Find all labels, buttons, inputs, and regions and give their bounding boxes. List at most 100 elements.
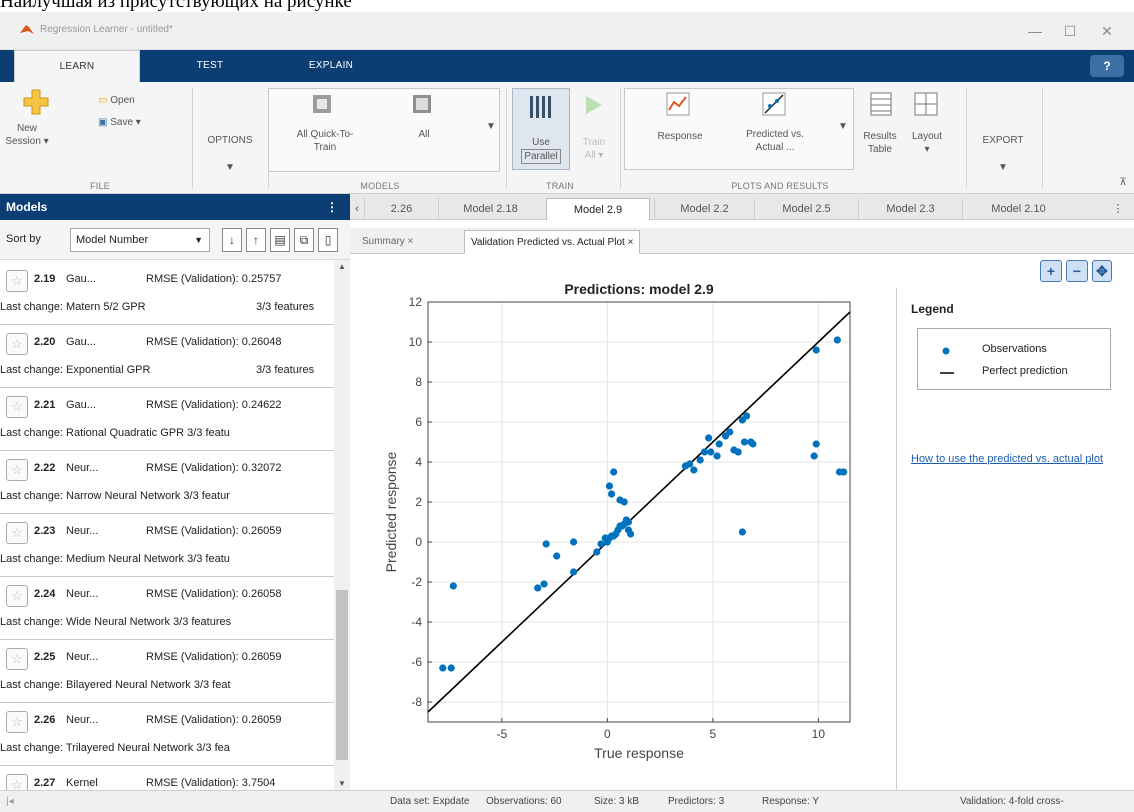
observation-point <box>447 664 455 672</box>
favorite-star-icon[interactable]: ☆ <box>6 774 28 790</box>
sort-descending-icon[interactable]: ↓ <box>222 228 242 252</box>
sort-ascending-icon[interactable]: ↑ <box>246 228 266 252</box>
scrollbar-thumb[interactable] <box>336 590 348 760</box>
model-list-item[interactable]: ☆ 2.25 Neur... RMSE (Validation): 0.26059 La… <box>0 640 334 703</box>
model-list-item[interactable]: ☆ 2.21 Gau... RMSE (Validation): 0.24622 Las… <box>0 388 334 451</box>
favorite-star-icon[interactable]: ☆ <box>6 396 28 418</box>
train-play-icon <box>584 94 604 119</box>
panel-menu-icon[interactable]: ⋮ <box>326 194 338 220</box>
sort-dropdown[interactable]: Model Number ▼ <box>70 228 210 252</box>
copy-model-icon[interactable]: ⧉ <box>294 228 314 252</box>
open-button[interactable]: ▭ Open <box>98 94 168 107</box>
model-last-change: Last change: Bilayered Neural Network 3/… <box>0 679 231 691</box>
legend-box: Observations Perfect prediction <box>917 328 1111 390</box>
tab-test[interactable]: TEST <box>180 50 240 82</box>
ribbon-toolstrip: New Session ▾ ▭ Open ▣ Save ▾ FILE OPTIO… <box>0 82 1134 194</box>
scroll-down-icon[interactable]: ▼ <box>338 779 346 788</box>
favorite-star-icon[interactable]: ☆ <box>6 585 28 607</box>
observation-point <box>696 456 704 464</box>
favorite-star-icon[interactable]: ☆ <box>6 333 28 355</box>
delete-model-icon[interactable]: ▯ <box>318 228 338 252</box>
tab-model-2-18[interactable]: Model 2.18 <box>438 198 542 220</box>
model-list-item[interactable]: ☆ 2.19 Gau... RMSE (Validation): 0.25757 Las… <box>0 262 334 325</box>
observation-point <box>812 346 820 354</box>
favorite-star-icon[interactable]: ☆ <box>6 711 28 733</box>
train-all-button[interactable]: Train All ▾ <box>574 136 614 162</box>
observation-point <box>840 468 848 476</box>
tab-validation-plot[interactable]: Validation Predicted vs. Actual Plot × <box>464 230 641 254</box>
x-tick-label: 5 <box>710 727 717 741</box>
model-last-change: Last change: Narrow Neural Network 3/3 f… <box>0 490 230 502</box>
model-number: 2.19 <box>34 273 56 285</box>
model-rmse: RMSE (Validation): 0.26048 <box>146 336 282 348</box>
model-number: 2.23 <box>34 525 56 537</box>
model-list-item[interactable]: ☆ 2.27 Kernel RMSE (Validation): 3.7504 <box>0 766 334 790</box>
y-tick-label: 4 <box>415 455 422 469</box>
model-type: Neur... <box>66 651 99 663</box>
model-rmse: RMSE (Validation): 0.26058 <box>146 588 282 600</box>
tab-model-2-9[interactable]: Model 2.9 <box>546 198 650 220</box>
tab-model-2-3[interactable]: Model 2.3 <box>858 198 962 220</box>
favorite-star-icon[interactable]: ☆ <box>6 270 28 292</box>
tab-model-2-2[interactable]: Model 2.2 <box>654 198 754 220</box>
tab-model-2-10[interactable]: Model 2.10 <box>962 198 1074 220</box>
plots-dropdown-icon[interactable]: ▼ <box>836 120 850 133</box>
tab-learn[interactable]: LEARN <box>14 50 140 83</box>
save-button[interactable]: ▣ Save ▾ <box>98 116 178 129</box>
tabs-scroll-left-icon[interactable]: ‹ <box>350 198 364 220</box>
favorite-star-icon[interactable]: ☆ <box>6 522 28 544</box>
model-number: 2.25 <box>34 651 56 663</box>
favorite-star-icon[interactable]: ☆ <box>6 648 28 670</box>
results-table-button[interactable]: Results Table <box>858 130 902 156</box>
observation-point <box>553 552 561 560</box>
gallery-dropdown-icon[interactable]: ▼ <box>484 120 498 133</box>
export-button[interactable]: EXPORT ▼ <box>970 134 1036 174</box>
maximize-icon[interactable]: ☐ <box>1057 20 1083 42</box>
predicted-vs-actual-chart: -5 0 5 10 -8 -6 -4 -2 0 2 4 6 8 10 12 Predictions: mode… <box>383 281 851 761</box>
observation-point <box>569 538 578 546</box>
observation-point <box>743 412 751 420</box>
compare-models-icon[interactable]: ▤ <box>270 228 290 252</box>
minimize-icon[interactable]: — <box>1022 20 1048 42</box>
how-to-link[interactable]: How to use the predicted vs. actual plot <box>911 452 1131 466</box>
model-list-item[interactable]: ☆ 2.22 Neur... RMSE (Validation): 0.32072 La… <box>0 451 334 514</box>
new-session-button[interactable]: New Session ▾ <box>0 122 54 148</box>
tab-explain[interactable]: EXPLAIN <box>296 50 366 82</box>
observation-point <box>726 428 734 436</box>
model-list-item[interactable]: ☆ 2.20 Gau... RMSE (Validation): 0.26048 Las… <box>0 325 334 388</box>
tab-summary[interactable]: Summary × <box>356 230 419 254</box>
zoom-in-icon[interactable]: + <box>1040 260 1062 282</box>
observation-point <box>690 466 698 474</box>
status-bar: |◂ Data set: Expdate Observations: 60 Si… <box>0 790 1134 812</box>
observation-point <box>620 498 628 506</box>
model-last-change: Last change: Trilayered Neural Network 3… <box>0 742 230 754</box>
layout-button[interactable]: Layout ▾ <box>906 130 948 156</box>
favorite-star-icon[interactable]: ☆ <box>6 459 28 481</box>
help-icon[interactable]: ? <box>1090 55 1124 77</box>
tab-model-2-5[interactable]: Model 2.5 <box>754 198 858 220</box>
predicted-vs-actual-button[interactable]: Predicted vs. Actual ... <box>732 128 818 154</box>
model-list-scrollbar[interactable]: ▲ ▼ <box>334 260 350 790</box>
model-type: Gau... <box>66 399 96 411</box>
model-list-item[interactable]: ☆ 2.24 Neur... RMSE (Validation): 0.26058 La… <box>0 577 334 640</box>
caption-text: Наилучшая из присутствующих на рисунке <box>0 0 1134 12</box>
collapse-ribbon-icon[interactable]: ⊼ <box>1116 176 1130 189</box>
model-list-item[interactable]: ☆ 2.23 Neur... RMSE (Validation): 0.26059 La… <box>0 514 334 577</box>
response-plot-button[interactable]: Response <box>640 130 720 143</box>
model-list-item[interactable]: ☆ 2.26 Neur... RMSE (Validation): 0.26059 La… <box>0 703 334 766</box>
all-models-button[interactable]: All <box>404 128 444 141</box>
response-plot-icon <box>666 92 690 119</box>
model-last-change: Last change: Rational Quadratic GPR 3/3 … <box>0 427 230 439</box>
scroll-up-icon[interactable]: ▲ <box>338 262 346 271</box>
plot-panel: -5 0 5 10 -8 -6 -4 -2 0 2 4 6 8 10 12 Predictions: mode… <box>350 254 1134 790</box>
tabs-menu-icon[interactable]: ⋮ <box>1108 198 1128 220</box>
options-button[interactable]: OPTIONS ▼ <box>196 134 264 174</box>
model-type: Neur... <box>66 525 99 537</box>
status-collapse-icon[interactable]: |◂ <box>6 796 14 807</box>
pan-icon[interactable]: ✥ <box>1092 260 1112 282</box>
close-icon[interactable]: ✕ <box>1094 20 1120 42</box>
zoom-out-icon[interactable]: − <box>1066 260 1088 282</box>
tab-model-2-26[interactable]: 2.26 <box>364 198 438 220</box>
observation-point <box>607 490 616 498</box>
all-quick-to-train-button[interactable]: All Quick-To- Train <box>280 128 370 154</box>
